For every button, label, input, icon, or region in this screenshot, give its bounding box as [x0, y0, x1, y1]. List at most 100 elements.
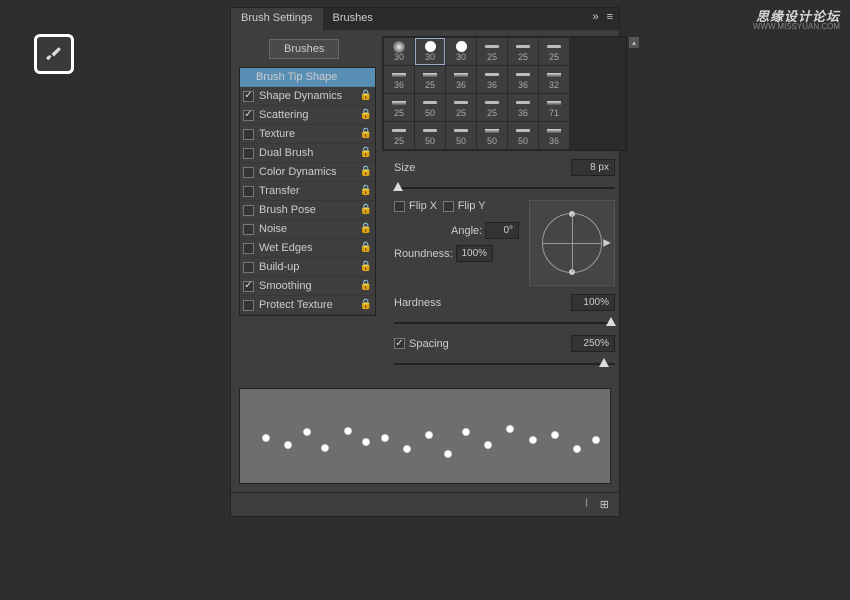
roundness-input[interactable]: 100% [456, 245, 494, 262]
brush-preset[interactable]: 50 [415, 122, 445, 149]
brush-preset[interactable]: 36 [477, 66, 507, 93]
brush-tool-button[interactable] [34, 34, 74, 74]
brush-settings-panel: Brush Settings Brushes » ≡ Brushes Brush… [230, 7, 620, 517]
settings-sidebar: Brushes Brush Tip ShapeShape Dynamics🔒Sc… [239, 36, 376, 380]
menu-icon[interactable]: ≡ [607, 11, 613, 23]
spacing-input[interactable]: 250% [571, 335, 615, 352]
collapse-icon[interactable]: » [592, 11, 598, 23]
brush-preset[interactable]: 25 [415, 66, 445, 93]
setting-protect-texture[interactable]: Protect Texture 🔒 [240, 296, 375, 315]
lock-icon[interactable]: 🔒 [360, 166, 372, 177]
brush-preset[interactable]: 25 [508, 38, 538, 65]
checkbox[interactable] [243, 186, 254, 197]
brush-icon [44, 44, 64, 64]
brush-preset[interactable]: 50 [446, 122, 476, 149]
lock-icon[interactable]: 🔒 [360, 90, 372, 101]
lock-icon[interactable]: 🔒 [360, 261, 372, 272]
lock-icon[interactable]: 🔒 [360, 147, 372, 158]
roundness-label: Roundness: [394, 248, 453, 260]
watermark-url: WWW.MISSYUAN.COM [753, 22, 840, 31]
brush-preset[interactable]: 25 [446, 94, 476, 121]
checkbox[interactable] [243, 281, 254, 292]
brushes-button[interactable]: Brushes [269, 39, 339, 59]
lock-icon[interactable]: 🔒 [360, 280, 372, 291]
brush-presets: 3030302525253625363636322550252536712550… [382, 36, 627, 380]
setting-build-up[interactable]: Build-up 🔒 [240, 258, 375, 277]
brush-preset[interactable]: 36 [508, 94, 538, 121]
brush-preset[interactable]: 71 [539, 94, 569, 121]
lock-icon[interactable]: 🔒 [360, 128, 372, 139]
brush-preset[interactable]: 36 [446, 66, 476, 93]
brush-preset[interactable]: 36 [384, 66, 414, 93]
hardness-label: Hardness [394, 297, 441, 309]
setting-label: Brush Tip Shape [256, 71, 337, 83]
setting-dual-brush[interactable]: Dual Brush🔒 [240, 144, 375, 163]
flipx-label: Flip X [409, 200, 437, 212]
setting-transfer[interactable]: Transfer🔒 [240, 182, 375, 201]
panel-tabs: Brush Settings Brushes » ≡ [231, 8, 619, 30]
setting-wet-edges[interactable]: Wet Edges🔒 [240, 239, 375, 258]
setting-smoothing[interactable]: Smoothing 🔒 [240, 277, 375, 296]
brush-preset[interactable]: 50 [508, 122, 538, 149]
angle-control[interactable]: ▶ [529, 200, 615, 286]
brush-preset[interactable]: 25 [477, 38, 507, 65]
flipx-checkbox[interactable] [394, 201, 405, 212]
brush-preset[interactable]: 25 [477, 94, 507, 121]
lock-icon[interactable]: 🔒 [360, 242, 372, 253]
setting-shape-dynamics[interactable]: Shape Dynamics 🔒 [240, 87, 375, 106]
brush-preset[interactable]: 50 [415, 94, 445, 121]
angle-label: Angle: [451, 225, 482, 237]
brush-preset[interactable]: 25 [384, 122, 414, 149]
size-input[interactable]: 8 px [571, 159, 615, 176]
lock-icon[interactable]: 🔒 [360, 204, 372, 215]
setting-color-dynamics[interactable]: Color Dynamics🔒 [240, 163, 375, 182]
spacing-slider[interactable] [394, 358, 615, 370]
checkbox[interactable] [243, 110, 254, 121]
brush-preset[interactable]: 25 [384, 94, 414, 121]
checkbox[interactable] [243, 129, 254, 140]
angle-input[interactable]: 0° [485, 222, 519, 239]
checkbox[interactable] [243, 243, 254, 254]
brush-preset[interactable]: 50 [477, 122, 507, 149]
brush-preset[interactable]: 36 [508, 66, 538, 93]
size-slider[interactable] [394, 182, 615, 194]
checkbox[interactable] [243, 262, 254, 273]
spacing-label: Spacing [409, 338, 449, 350]
checkbox[interactable] [243, 224, 254, 235]
brush-preset[interactable]: 30 [446, 38, 476, 65]
setting-label: Build-up [259, 261, 299, 273]
lock-icon[interactable]: 🔒 [360, 109, 372, 120]
setting-brush-pose[interactable]: Brush Pose 🔒 [240, 201, 375, 220]
setting-brush-tip-shape[interactable]: Brush Tip Shape [240, 68, 375, 87]
lock-icon[interactable]: 🔒 [360, 185, 372, 196]
scroll-up-icon[interactable]: ▴ [629, 37, 639, 48]
preset-toggle-icon[interactable]: ⦚ [585, 498, 587, 511]
tab-brushes[interactable]: Brushes [323, 8, 383, 30]
lock-icon[interactable]: 🔒 [360, 223, 372, 234]
setting-scattering[interactable]: Scattering 🔒 [240, 106, 375, 125]
checkbox[interactable] [243, 205, 254, 216]
setting-label: Shape Dynamics [259, 90, 342, 102]
brush-preset[interactable]: 32 [539, 66, 569, 93]
tab-brush-settings[interactable]: Brush Settings [231, 8, 323, 30]
checkbox[interactable] [243, 91, 254, 102]
setting-noise[interactable]: Noise🔒 [240, 220, 375, 239]
setting-texture[interactable]: Texture🔒 [240, 125, 375, 144]
checkbox[interactable] [243, 167, 254, 178]
spacing-checkbox[interactable] [394, 338, 405, 349]
brush-preset[interactable]: 36 [539, 122, 569, 149]
setting-label: Brush Pose [259, 204, 316, 216]
checkbox[interactable] [243, 300, 254, 311]
setting-label: Scattering [259, 109, 309, 121]
lock-icon[interactable]: 🔒 [360, 299, 372, 310]
checkbox[interactable] [243, 148, 254, 159]
hardness-slider[interactable] [394, 317, 615, 329]
brush-preset[interactable]: 30 [415, 38, 445, 65]
brush-preset[interactable]: 30 [384, 38, 414, 65]
brush-preset[interactable]: 25 [539, 38, 569, 65]
new-preset-icon[interactable]: ⊞ [600, 498, 609, 511]
hardness-input[interactable]: 100% [571, 294, 615, 311]
setting-label: Protect Texture [259, 299, 333, 311]
flipy-checkbox[interactable] [443, 201, 454, 212]
setting-label: Smoothing [259, 280, 312, 292]
